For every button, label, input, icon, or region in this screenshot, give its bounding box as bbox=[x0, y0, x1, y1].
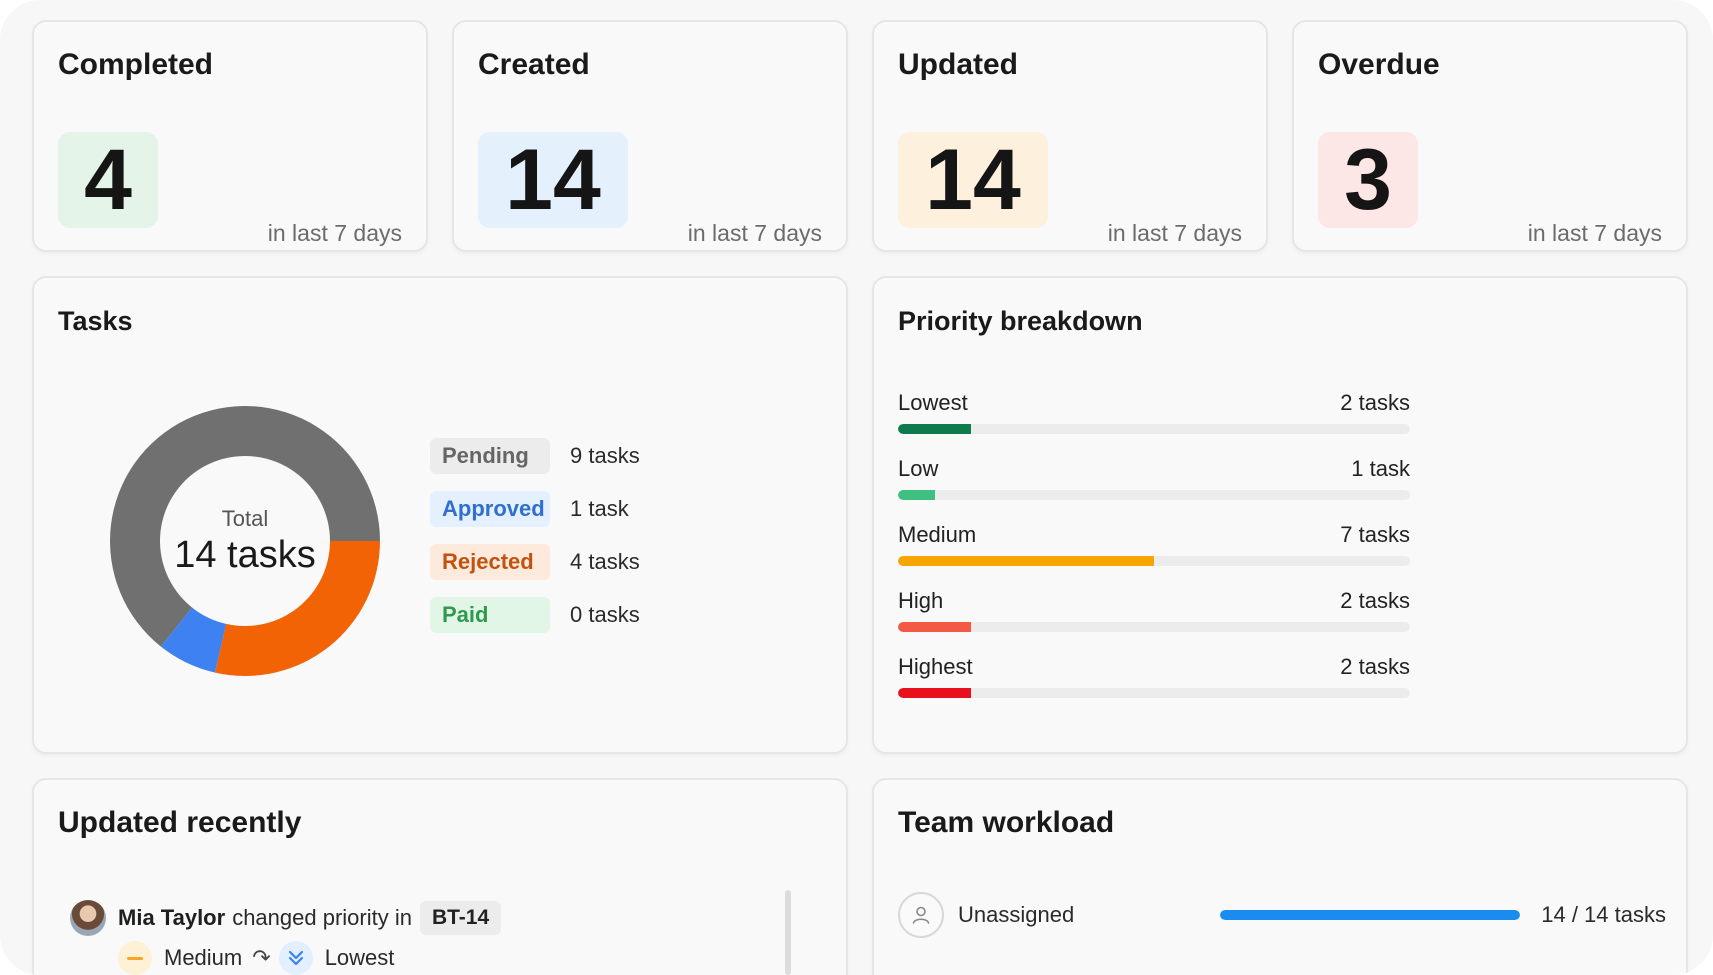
medium-priority-icon bbox=[118, 941, 152, 975]
team-workload-card: Team workload Unassigned 14 / 14 tasks bbox=[872, 778, 1688, 975]
tasks-legend: Pending 9 tasks Approved 1 task Rejected… bbox=[430, 438, 640, 650]
priority-label: Lowest bbox=[898, 390, 968, 415]
priority-bar bbox=[898, 424, 972, 434]
tasks-title: Tasks bbox=[58, 306, 133, 336]
overdue-card[interactable]: Overdue 3 in last 7 days bbox=[1292, 20, 1688, 252]
legend-count: 1 task bbox=[570, 496, 629, 521]
activity-item[interactable]: Mia Taylor changed priority in BT-14 Med… bbox=[70, 898, 502, 975]
dashboard: Completed 4 in last 7 days Created 14 in… bbox=[0, 0, 1713, 975]
priority-bar bbox=[898, 688, 972, 698]
legend-count: 9 tasks bbox=[570, 443, 640, 468]
status-badge: Rejected bbox=[430, 544, 550, 580]
priority-row-medium[interactable]: Medium 7 tasks bbox=[898, 522, 1410, 588]
issue-key-link[interactable]: BT-14 bbox=[419, 901, 502, 935]
workload-bar bbox=[1220, 910, 1520, 920]
stat-title: Overdue bbox=[1318, 48, 1440, 81]
priority-bar bbox=[898, 622, 972, 632]
status-badge: Pending bbox=[430, 438, 550, 474]
completed-card[interactable]: Completed 4 in last 7 days bbox=[32, 20, 428, 252]
priority-count: 2 tasks bbox=[1340, 390, 1410, 415]
change-arrow-icon: ↷ bbox=[252, 945, 271, 970]
legend-item-rejected[interactable]: Rejected 4 tasks bbox=[430, 544, 640, 580]
donut-total-label: Total bbox=[221, 505, 269, 531]
legend-item-paid[interactable]: Paid 0 tasks bbox=[430, 597, 640, 633]
stat-value: 4 bbox=[58, 132, 158, 228]
priority-bar bbox=[898, 490, 935, 500]
workload-row[interactable]: Unassigned 14 / 14 tasks bbox=[898, 890, 1666, 940]
priority-track bbox=[898, 622, 1410, 632]
priority-bar bbox=[898, 556, 1154, 566]
priority-list: Lowest 2 tasks Low 1 task Medium 7 tasks… bbox=[898, 390, 1410, 720]
priority-from-value: Medium bbox=[164, 945, 243, 970]
team-workload-title: Team workload bbox=[898, 806, 1115, 839]
priority-count: 1 task bbox=[1351, 456, 1410, 481]
lowest-priority-icon bbox=[278, 941, 313, 975]
updated-recently-card: Updated recently Mia Taylor changed prio… bbox=[32, 778, 848, 975]
priority-card: Priority breakdown Lowest 2 tasks Low 1 … bbox=[872, 276, 1688, 754]
updated-card[interactable]: Updated 14 in last 7 days bbox=[872, 20, 1268, 252]
donut-total-value: 14 tasks bbox=[174, 533, 316, 576]
priority-track bbox=[898, 424, 1410, 434]
legend-item-pending[interactable]: Pending 9 tasks bbox=[430, 438, 640, 474]
stat-period: in last 7 days bbox=[267, 220, 402, 246]
priority-count: 2 tasks bbox=[1340, 588, 1410, 613]
priority-row-low[interactable]: Low 1 task bbox=[898, 456, 1410, 522]
priority-row-lowest[interactable]: Lowest 2 tasks bbox=[898, 390, 1410, 456]
priority-track bbox=[898, 688, 1410, 698]
status-badge: Approved bbox=[430, 491, 550, 527]
activity-user-name[interactable]: Mia Taylor bbox=[118, 905, 225, 931]
priority-label: Low bbox=[898, 456, 939, 481]
priority-row-highest[interactable]: Highest 2 tasks bbox=[898, 654, 1410, 720]
priority-count: 2 tasks bbox=[1340, 654, 1410, 679]
avatar[interactable] bbox=[70, 900, 106, 936]
stat-title: Completed bbox=[58, 48, 214, 81]
legend-count: 0 tasks bbox=[570, 602, 640, 627]
stat-value: 3 bbox=[1318, 132, 1418, 228]
priority-count: 7 tasks bbox=[1340, 522, 1410, 547]
stat-title: Updated bbox=[898, 48, 1018, 81]
donut-center: Total 14 tasks bbox=[100, 396, 390, 686]
priority-label: Highest bbox=[898, 654, 973, 679]
status-badge: Paid bbox=[430, 597, 550, 633]
priority-track bbox=[898, 490, 1410, 500]
workload-track bbox=[1220, 910, 1520, 920]
tasks-donut-chart: Total 14 tasks bbox=[100, 396, 390, 686]
priority-title: Priority breakdown bbox=[898, 306, 1143, 336]
activity-action: changed priority in bbox=[232, 905, 412, 930]
stat-value: 14 bbox=[478, 132, 628, 228]
assignee-name: Unassigned bbox=[958, 902, 1075, 927]
user-icon bbox=[898, 892, 944, 938]
priority-to-value: Lowest bbox=[324, 945, 395, 970]
stat-period: in last 7 days bbox=[687, 220, 822, 246]
updated-recently-title: Updated recently bbox=[58, 806, 302, 839]
stat-value: 14 bbox=[898, 132, 1048, 228]
legend-item-approved[interactable]: Approved 1 task bbox=[430, 491, 640, 527]
priority-label: Medium bbox=[898, 522, 977, 547]
priority-track bbox=[898, 556, 1410, 566]
stat-period: in last 7 days bbox=[1107, 220, 1242, 246]
tasks-card: Tasks Total 14 tasks Pending 9 tasks App… bbox=[32, 276, 848, 754]
priority-label: High bbox=[898, 588, 944, 613]
workload-count: 14 / 14 tasks bbox=[1541, 902, 1666, 927]
priority-row-high[interactable]: High 2 tasks bbox=[898, 588, 1410, 654]
created-card[interactable]: Created 14 in last 7 days bbox=[452, 20, 848, 252]
stat-period: in last 7 days bbox=[1527, 220, 1662, 246]
legend-count: 4 tasks bbox=[570, 549, 640, 574]
stat-title: Created bbox=[478, 48, 590, 81]
activity-scrollbar[interactable] bbox=[785, 890, 791, 975]
